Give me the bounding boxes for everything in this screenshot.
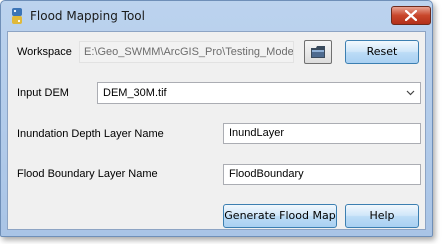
- chevron-down-icon: [406, 90, 415, 96]
- window-title: Flood Mapping Tool: [30, 9, 145, 23]
- input-dem-value: DEM_30M.tif: [103, 87, 167, 99]
- folder-browse-icon: [311, 46, 325, 58]
- title-bar[interactable]: Flood Mapping Tool: [1, 1, 432, 31]
- input-dem-select[interactable]: DEM_30M.tif: [97, 82, 421, 104]
- workspace-field[interactable]: E:\Geo_SWMM\ArcGIS_Pro\Testing_Models\: [79, 41, 294, 63]
- help-button[interactable]: Help: [345, 204, 419, 228]
- dialog-body: Workspace E:\Geo_SWMM\ArcGIS_Pro\Testing…: [7, 31, 426, 230]
- inundation-layer-input[interactable]: InundLayer: [223, 123, 421, 144]
- input-dem-label: Input DEM: [17, 87, 69, 99]
- generate-flood-map-button[interactable]: Generate Flood Map: [223, 204, 337, 228]
- browse-folder-button[interactable]: [304, 40, 332, 64]
- workspace-label: Workspace: [17, 46, 72, 58]
- flood-mapping-window: Flood Mapping Tool Workspace E:\Geo_SWMM…: [0, 0, 433, 237]
- flood-boundary-input[interactable]: FloodBoundary: [223, 164, 421, 185]
- close-button[interactable]: [391, 6, 431, 25]
- python-script-icon: [9, 7, 25, 25]
- inundation-label: Inundation Depth Layer Name: [17, 128, 164, 140]
- close-icon: [405, 10, 417, 21]
- reset-button[interactable]: Reset: [345, 40, 419, 64]
- boundary-label: Flood Boundary Layer Name: [17, 168, 158, 180]
